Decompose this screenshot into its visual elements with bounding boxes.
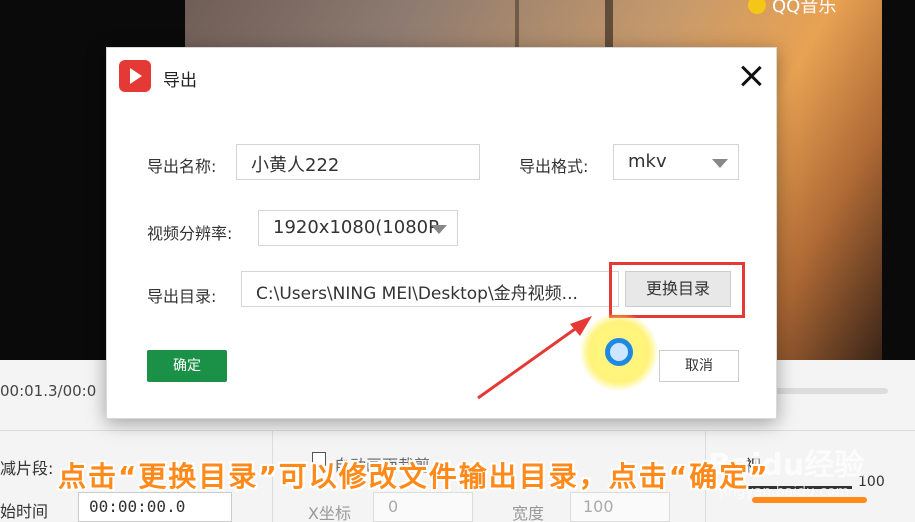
dialog-header: 导出 (107, 48, 776, 104)
editor-divider (0, 430, 915, 431)
export-format-label: 导出格式: (519, 157, 589, 176)
segment-label: 减片段: (0, 459, 54, 478)
export-format-value: mkv (628, 151, 667, 172)
instruction-caption: 点击“更换目录”可以修改文件输出目录，点击“确定” (58, 460, 770, 493)
qq-music-icon (748, 0, 766, 14)
timeline-slider[interactable] (760, 388, 888, 394)
x-coord-label: X坐标 (308, 504, 351, 522)
resolution-label: 视频分辨率: (147, 224, 233, 243)
resolution-select[interactable]: 1920x1080(1080P (258, 210, 458, 246)
start-time-input[interactable]: 00:00:00.0 (78, 492, 232, 522)
qq-music-text: QQ音乐 (772, 0, 837, 17)
export-name-input[interactable]: 小黄人222 (236, 144, 480, 180)
highlight-box (609, 262, 745, 318)
timecode: 00:01.3/00:0 (0, 382, 97, 400)
dialog-title: 导出 (163, 71, 197, 91)
cursor-click-icon (605, 338, 633, 366)
close-icon[interactable] (737, 62, 765, 90)
cancel-button[interactable]: 取消 (659, 350, 739, 382)
ok-button[interactable]: 确定 (147, 350, 227, 382)
resolution-value: 1920x1080(1080P (273, 217, 439, 238)
export-dir-input[interactable]: C:\Users\NING MEI\Desktop\金舟视频... (241, 271, 619, 307)
width-input[interactable]: 100 (570, 492, 670, 522)
x-coord-input[interactable]: 0 (373, 492, 473, 522)
chevron-down-icon (431, 225, 447, 234)
annotation-arrow-icon (477, 316, 592, 400)
chevron-down-icon (712, 159, 728, 168)
start-time-label: 始时间 (0, 502, 49, 521)
qq-music-logo: QQ音乐 (748, 0, 836, 18)
export-dir-label: 导出目录: (147, 287, 217, 306)
export-format-select[interactable]: mkv (613, 144, 739, 180)
export-name-label: 导出名称: (147, 157, 217, 176)
width-label: 宽度 (512, 504, 545, 522)
export-dialog: 导出 导出名称: 小黄人222 导出格式: mkv 视频分辨率: 1920x10… (106, 47, 777, 419)
app-logo-icon (119, 60, 151, 92)
volume-fill-bar (752, 497, 867, 503)
